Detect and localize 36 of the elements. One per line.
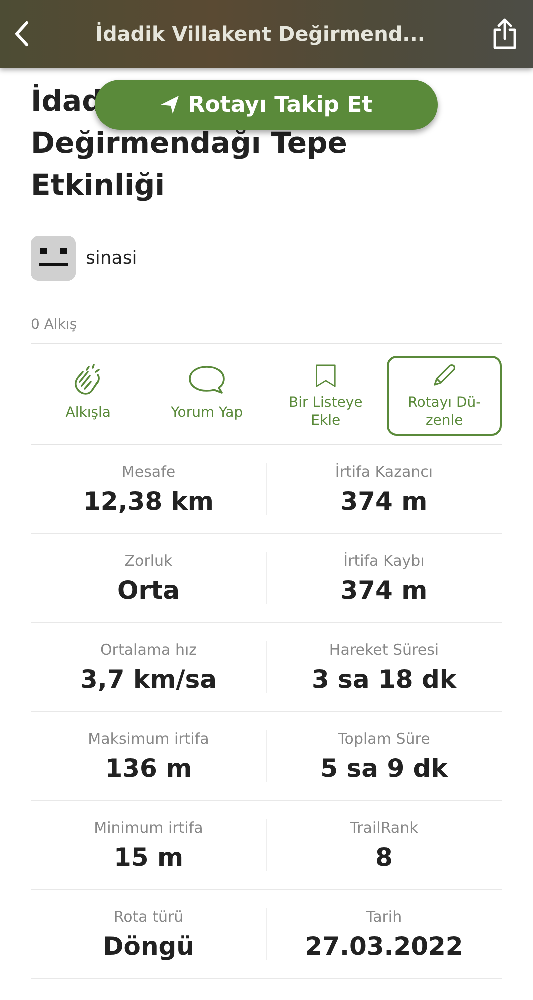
- stat-label: Zorluk: [124, 552, 173, 570]
- stat-value: 12,38 km: [84, 486, 214, 516]
- stat-label: Rota türü: [114, 908, 184, 926]
- stat-label: Ortalama hız: [100, 640, 198, 658]
- share-icon[interactable]: [491, 18, 519, 50]
- stat-value: Döngü: [103, 932, 194, 960]
- action-button[interactable]: Yorum Yap: [150, 356, 264, 436]
- stat-label: İrtifa Kaybı: [344, 552, 425, 570]
- action-button[interactable]: Alkışla: [31, 356, 146, 436]
- stat-value: 8: [376, 842, 393, 872]
- stat-label: İrtifa Kazancı: [335, 462, 434, 480]
- clap-count: 0 Alkış: [31, 317, 502, 344]
- author-name[interactable]: sinasi: [86, 248, 138, 269]
- stat-value: 5 sa 9 dk: [320, 754, 448, 782]
- stat-value: Orta: [118, 576, 180, 604]
- stat-value: 3,7 km/sa: [80, 664, 218, 694]
- stat-value: 3 sa 18 dk: [312, 664, 457, 694]
- pencil-icon: [432, 362, 458, 388]
- stat-label: Toplam Süre: [338, 730, 430, 748]
- navigation-arrow-icon: [160, 95, 180, 115]
- stat-label: Hareket Süresi: [329, 640, 440, 658]
- action-button[interactable]: Bir Listeye Ekle: [268, 356, 384, 436]
- stat-label: Tarih: [366, 908, 402, 926]
- action-button[interactable]: Rotayı Dü-zenle: [387, 356, 502, 436]
- avatar-icon: [31, 236, 76, 281]
- stat-label: Mesafe: [122, 462, 176, 480]
- stat-value: 374 m: [340, 486, 428, 516]
- stat-value: 136 m: [105, 754, 192, 782]
- back-icon[interactable]: [14, 21, 30, 47]
- header-title: İdadik Villakent Değirmend...: [94, 22, 426, 46]
- stat-value: 15 m: [114, 842, 184, 872]
- stat-label: Minimum irtifa: [94, 818, 204, 836]
- stat-value: 27.03.2022: [305, 932, 464, 960]
- stat-label: Maksimum irtifa: [88, 730, 210, 748]
- stat-value: 374 m: [340, 576, 428, 604]
- stat-label: TrailRank: [350, 818, 418, 836]
